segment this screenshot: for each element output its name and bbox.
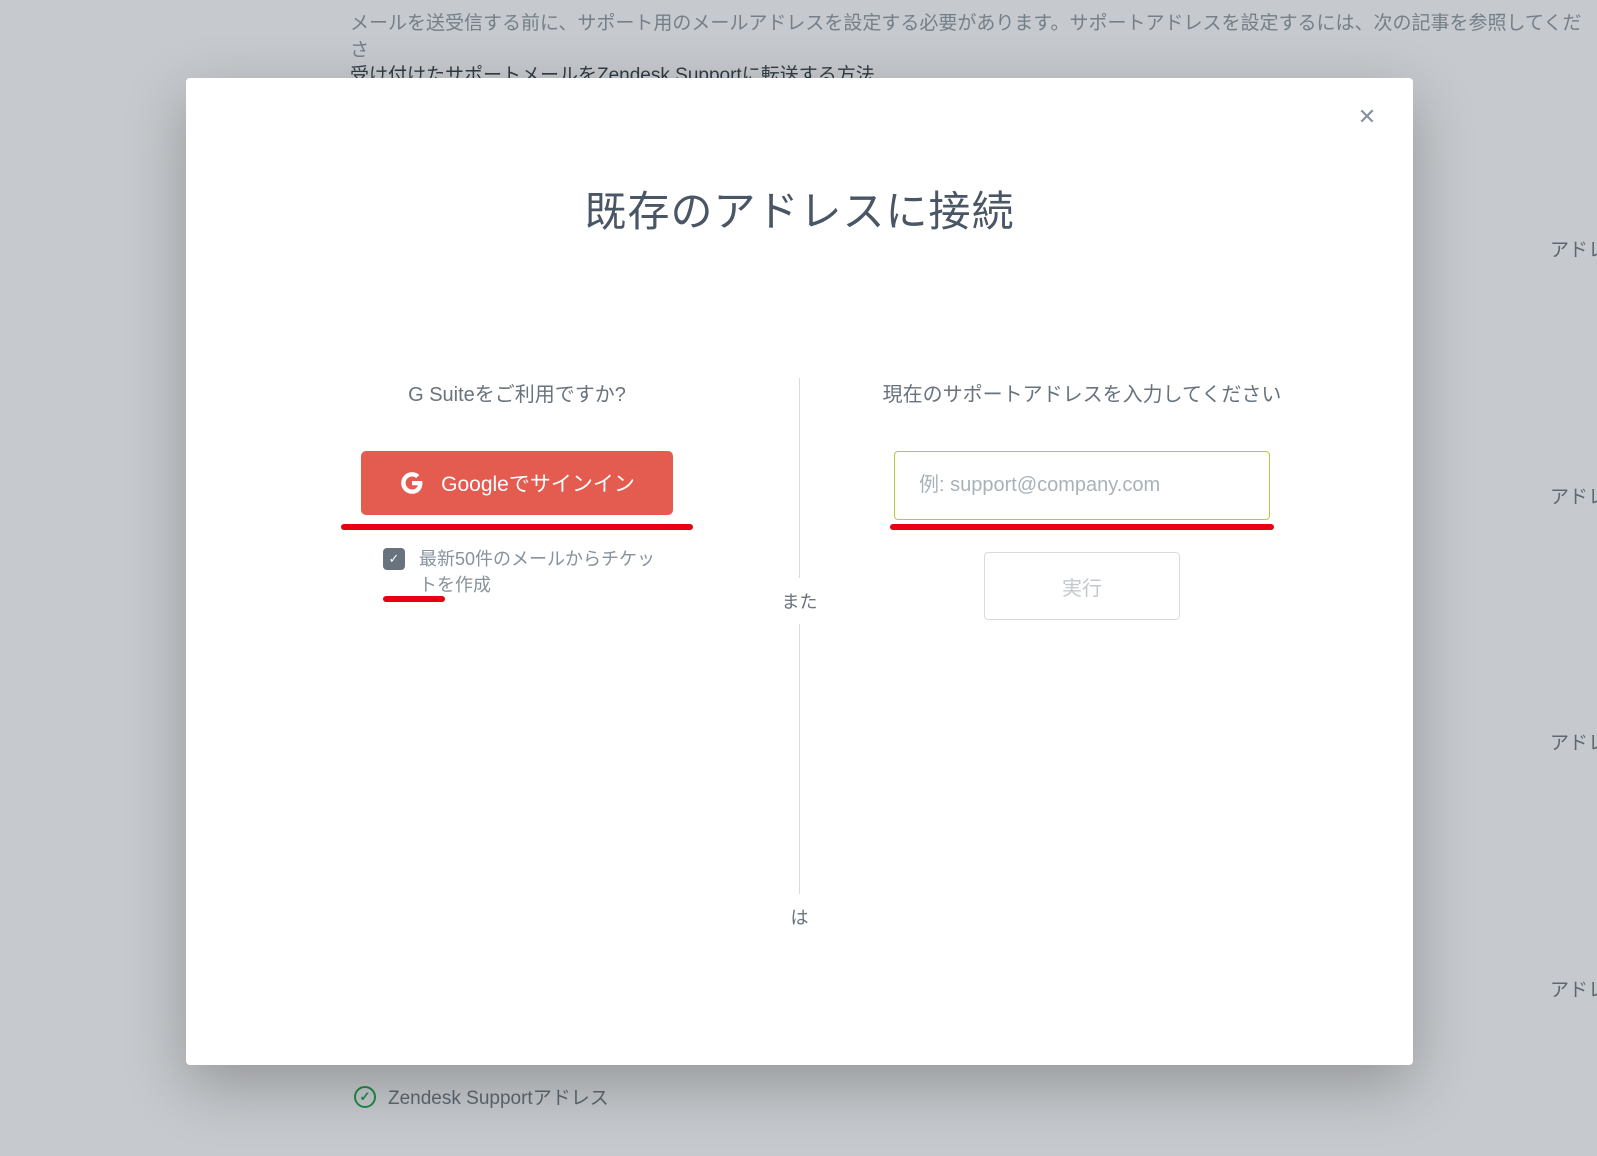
left-column: G Suiteをご利用ですか? Googleでサインイン ✓ 最新50件のメール… bbox=[285, 378, 750, 940]
execute-button-label: 実行 bbox=[1062, 578, 1102, 600]
column-divider: また は bbox=[750, 378, 850, 940]
divider-line-mid bbox=[799, 624, 800, 894]
gsuite-subtitle: G Suiteをご利用ですか? bbox=[408, 378, 626, 407]
modal-title: 既存のアドレスに接続 bbox=[186, 178, 1413, 239]
divider-word-2: は bbox=[791, 894, 809, 940]
annotation-underline-3 bbox=[890, 524, 1274, 530]
create-tickets-checkbox-label: 最新50件のメールからチケットを作成 bbox=[419, 546, 659, 598]
google-signin-label: Googleでサインイン bbox=[441, 468, 635, 498]
annotation-underline-2 bbox=[383, 596, 445, 602]
close-button[interactable]: ✕ bbox=[1355, 106, 1379, 130]
execute-button[interactable]: 実行 bbox=[984, 552, 1180, 620]
right-column: 現在のサポートアドレスを入力してください 実行 bbox=[850, 378, 1315, 940]
support-email-input[interactable] bbox=[894, 451, 1270, 520]
close-icon: ✕ bbox=[1358, 104, 1376, 129]
support-address-subtitle: 現在のサポートアドレスを入力してください bbox=[883, 378, 1282, 407]
checkbox-wrap: ✓ 最新50件のメールからチケットを作成 bbox=[361, 530, 673, 602]
google-signin-button[interactable]: Googleでサインイン bbox=[361, 451, 673, 515]
create-tickets-checkbox-row[interactable]: ✓ 最新50件のメールからチケットを作成 bbox=[361, 546, 673, 598]
modal-columns: G Suiteをご利用ですか? Googleでサインイン ✓ 最新50件のメール… bbox=[186, 378, 1413, 940]
divider-line-top bbox=[799, 378, 800, 578]
divider-word-1: また bbox=[782, 578, 818, 624]
connect-address-modal: ✕ 既存のアドレスに接続 G Suiteをご利用ですか? Googleでサインイ… bbox=[186, 78, 1413, 1065]
checkbox-checked-icon[interactable]: ✓ bbox=[383, 548, 405, 570]
google-icon bbox=[399, 470, 425, 496]
